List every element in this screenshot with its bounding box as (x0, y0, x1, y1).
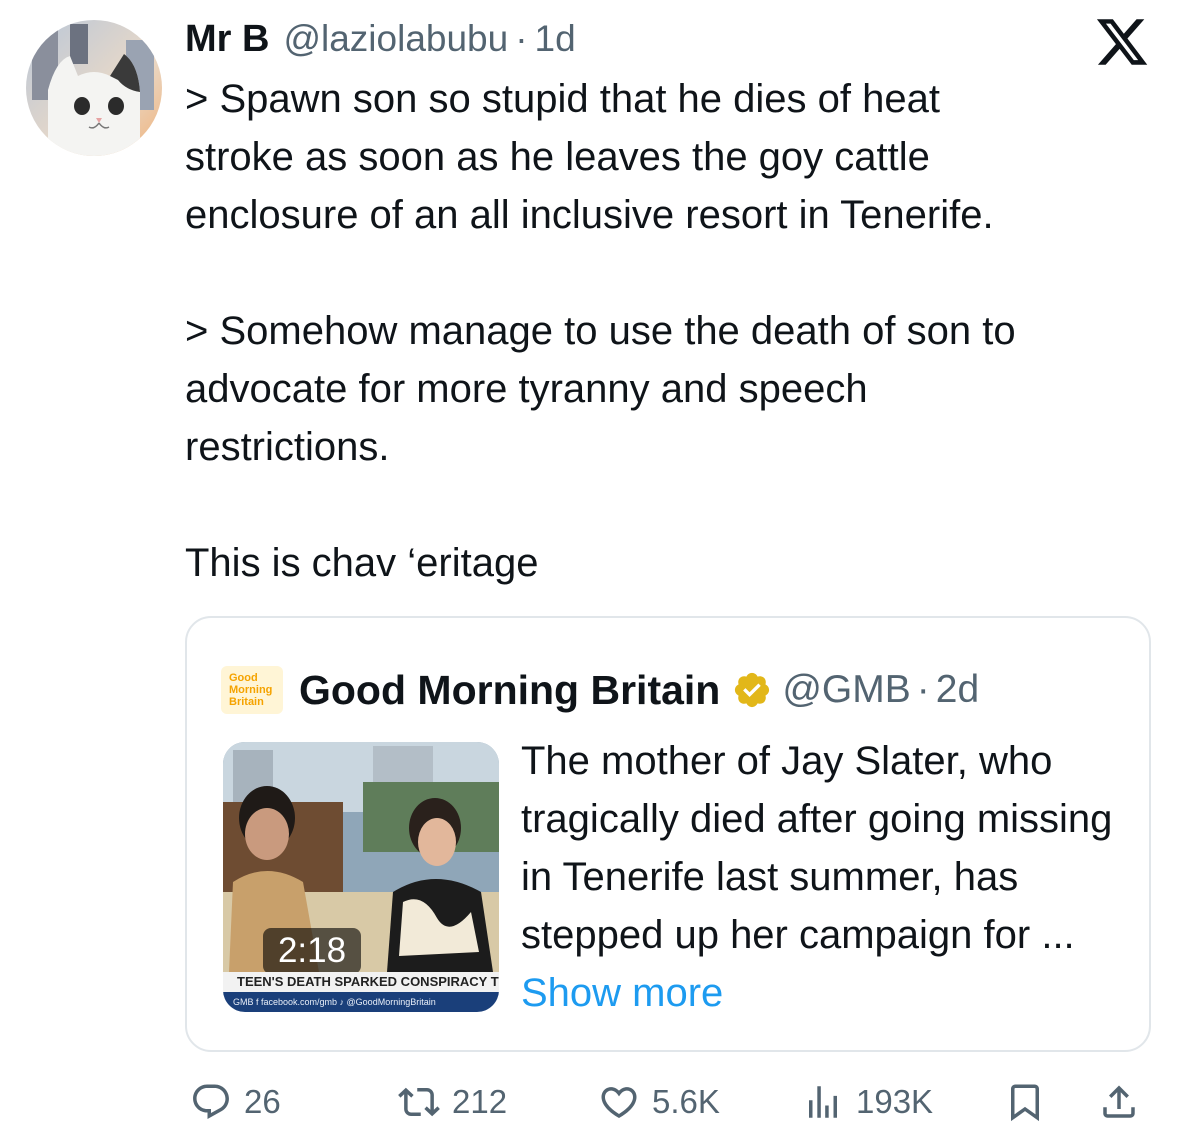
video-chyron: TEEN'S DEATH SPARKED CONSPIRACY THEO (223, 972, 499, 992)
bookmark-button[interactable] (1004, 1070, 1046, 1134)
author-name[interactable]: Mr B (185, 18, 269, 61)
video-thumbnail[interactable]: 2:18 TEEN'S DEATH SPARKED CONSPIRACY THE… (223, 742, 499, 1012)
share-button[interactable] (1098, 1070, 1140, 1134)
author-avatar[interactable] (26, 20, 162, 156)
quote-text: The mother of Jay Slater, who tragically… (521, 732, 1131, 1022)
like-icon (601, 1087, 637, 1119)
reply-icon (193, 1084, 229, 1119)
repost-icon (398, 1087, 440, 1117)
tweet-text-line: advocate for more tyranny and speech (185, 367, 868, 411)
action-bar: 26 212 5.6K 193K (0, 1070, 1179, 1134)
repost-count: 212 (452, 1083, 508, 1120)
tweet-text-line: stroke as soon as he leaves the goy catt… (185, 135, 930, 179)
avatar-image (26, 20, 162, 156)
quote-timestamp[interactable]: 2d (936, 668, 979, 712)
view-count: 193K (856, 1083, 934, 1120)
logo-text: Britain (229, 696, 264, 708)
quote-author-handle[interactable]: @GMB (782, 668, 910, 712)
x-logo-icon (1094, 14, 1150, 70)
separator-dot: · (916, 668, 930, 711)
reply-button[interactable]: 26 (190, 1070, 281, 1134)
share-icon (1103, 1085, 1135, 1118)
tweet-text-line: restrictions. (185, 425, 390, 469)
views-button[interactable]: 193K (802, 1070, 933, 1134)
logo-text: Good (229, 672, 258, 684)
tweet-text-line: enclosure of an all inclusive resort in … (185, 193, 994, 237)
quote-author-avatar[interactable]: Good Morning Britain (221, 666, 283, 714)
like-button[interactable]: 5.6K (598, 1070, 720, 1134)
tweet-header: Mr B @laziolabubu · 1d (185, 18, 576, 66)
tweet-text-line: > Somehow manage to use the death of son… (185, 309, 1016, 353)
like-count: 5.6K (652, 1083, 720, 1120)
tweet-text: > Spawn son so stupid that he dies of he… (185, 70, 1145, 592)
reply-count: 26 (244, 1083, 281, 1120)
repost-button[interactable]: 212 (398, 1070, 507, 1134)
quote-body: The mother of Jay Slater, who tragically… (521, 739, 1113, 957)
views-icon (809, 1086, 837, 1118)
tweet-text-line: This is chav ‘eritage (185, 541, 539, 585)
bookmark-icon (1011, 1084, 1039, 1122)
quote-header: Good Morning Britain @GMB · 2d (299, 662, 979, 718)
separator-dot: · (515, 18, 528, 59)
logo-text: Morning (229, 684, 273, 696)
tweet-text-line: > Spawn son so stupid that he dies of he… (185, 77, 940, 121)
video-duration: 2:18 (263, 928, 361, 974)
quoted-tweet-card[interactable]: Good Morning Britain Good Morning Britai… (185, 616, 1151, 1052)
show-more-link[interactable]: Show more (521, 971, 723, 1015)
tweet-timestamp[interactable]: 1d (535, 18, 576, 60)
verified-badge-icon (735, 672, 770, 708)
author-handle[interactable]: @laziolabubu (283, 18, 508, 60)
video-ticker: GMB f facebook.com/gmb ♪ @GoodMorningBri… (223, 992, 499, 1012)
quote-author-name[interactable]: Good Morning Britain (299, 667, 720, 714)
